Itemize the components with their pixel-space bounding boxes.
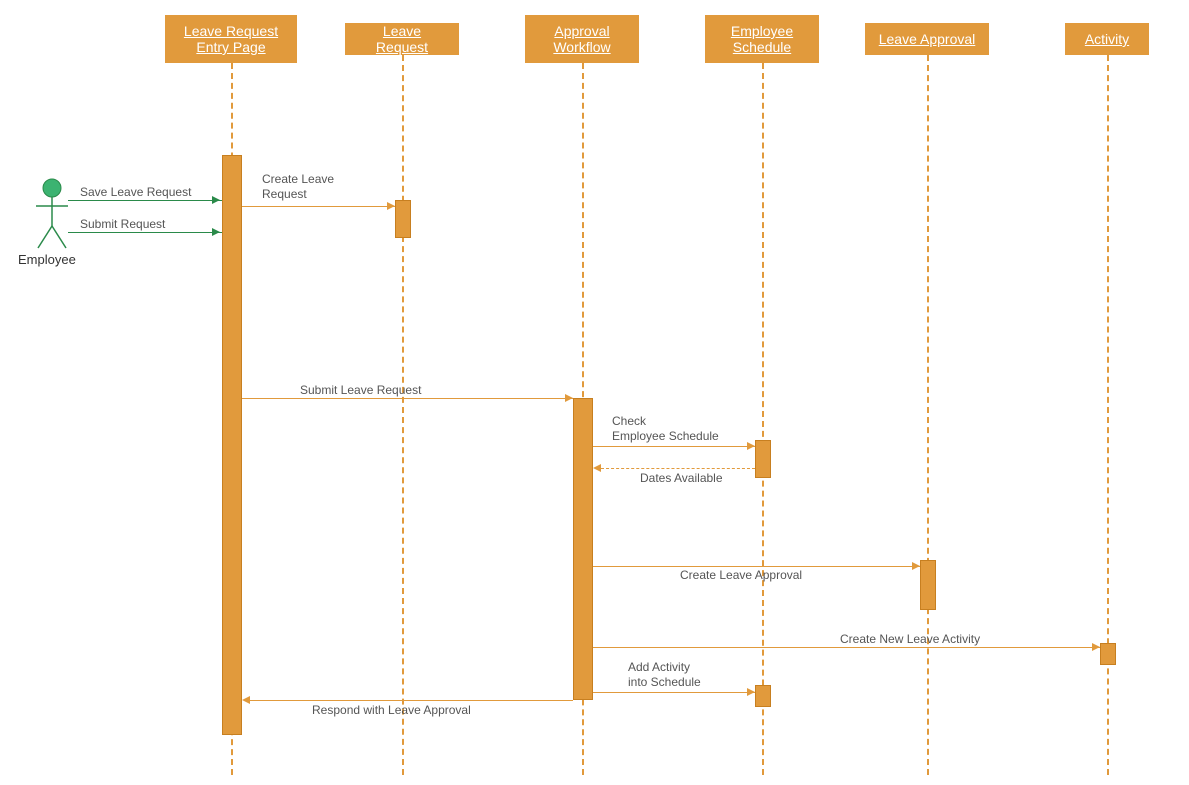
arrow-icon bbox=[387, 202, 395, 210]
text-label: Activity bbox=[1085, 31, 1129, 47]
msg-create-leave-approval-line bbox=[593, 566, 920, 567]
text-label: Leave Approval bbox=[879, 31, 976, 47]
arrow-icon bbox=[747, 688, 755, 696]
lifeline-p2 bbox=[402, 55, 404, 775]
arrow-icon bbox=[912, 562, 920, 570]
msg-add-activity-label: Add Activity into Schedule bbox=[628, 660, 701, 690]
arrow-icon bbox=[747, 442, 755, 450]
msg-respond-approval-label: Respond with Leave Approval bbox=[312, 703, 471, 718]
activation-p3 bbox=[573, 398, 593, 700]
msg-create-leave-approval-label: Create Leave Approval bbox=[680, 568, 802, 583]
text-label: Leave Request bbox=[357, 23, 447, 55]
actor-label: Employee bbox=[18, 252, 76, 267]
msg-submit-request-label: Submit Request bbox=[80, 217, 165, 232]
activation-p4-1 bbox=[755, 440, 771, 478]
participant-leave-approval: Leave Approval bbox=[865, 23, 989, 55]
text-label: Employee Schedule bbox=[717, 23, 807, 55]
text-label: Approval Workflow bbox=[537, 23, 627, 55]
arrow-icon bbox=[565, 394, 573, 402]
msg-dates-available-line bbox=[601, 468, 755, 469]
msg-respond-approval-line bbox=[250, 700, 573, 701]
participant-activity: Activity bbox=[1065, 23, 1149, 55]
activation-p5 bbox=[920, 560, 936, 610]
participant-approval-workflow: Approval Workflow bbox=[525, 15, 639, 63]
actor-employee bbox=[32, 178, 72, 255]
arrow-icon bbox=[212, 196, 220, 204]
msg-add-activity-line bbox=[593, 692, 755, 693]
arrow-icon bbox=[593, 464, 601, 472]
msg-create-activity-label: Create New Leave Activity bbox=[840, 632, 980, 647]
text-label: Leave Request Entry Page bbox=[177, 23, 285, 55]
msg-create-leave-request-label: Create Leave Request bbox=[262, 172, 334, 202]
msg-create-leave-request-line bbox=[242, 206, 395, 207]
participant-leave-request-entry-page: Leave Request Entry Page bbox=[165, 15, 297, 63]
actor-icon bbox=[32, 178, 72, 250]
activation-p1 bbox=[222, 155, 242, 735]
arrow-icon bbox=[1092, 643, 1100, 651]
lifeline-p6 bbox=[1107, 55, 1109, 775]
msg-check-schedule-line bbox=[593, 446, 755, 447]
msg-submit-leave-request-label: Submit Leave Request bbox=[300, 383, 421, 398]
arrow-icon bbox=[212, 228, 220, 236]
msg-submit-request-line bbox=[68, 232, 222, 233]
activation-p6 bbox=[1100, 643, 1116, 665]
msg-submit-leave-request-line bbox=[242, 398, 573, 399]
participant-employee-schedule: Employee Schedule bbox=[705, 15, 819, 63]
msg-dates-available-label: Dates Available bbox=[640, 471, 723, 486]
lifeline-p5 bbox=[927, 55, 929, 775]
msg-create-activity-line bbox=[593, 647, 1100, 648]
msg-save-leave-request-line bbox=[68, 200, 222, 201]
msg-check-schedule-label: Check Employee Schedule bbox=[612, 414, 719, 444]
arrow-icon bbox=[242, 696, 250, 704]
activation-p4-2 bbox=[755, 685, 771, 707]
activation-p2 bbox=[395, 200, 411, 238]
lifeline-p4 bbox=[762, 63, 764, 775]
msg-save-leave-request-label: Save Leave Request bbox=[80, 185, 191, 200]
participant-leave-request: Leave Request bbox=[345, 23, 459, 55]
